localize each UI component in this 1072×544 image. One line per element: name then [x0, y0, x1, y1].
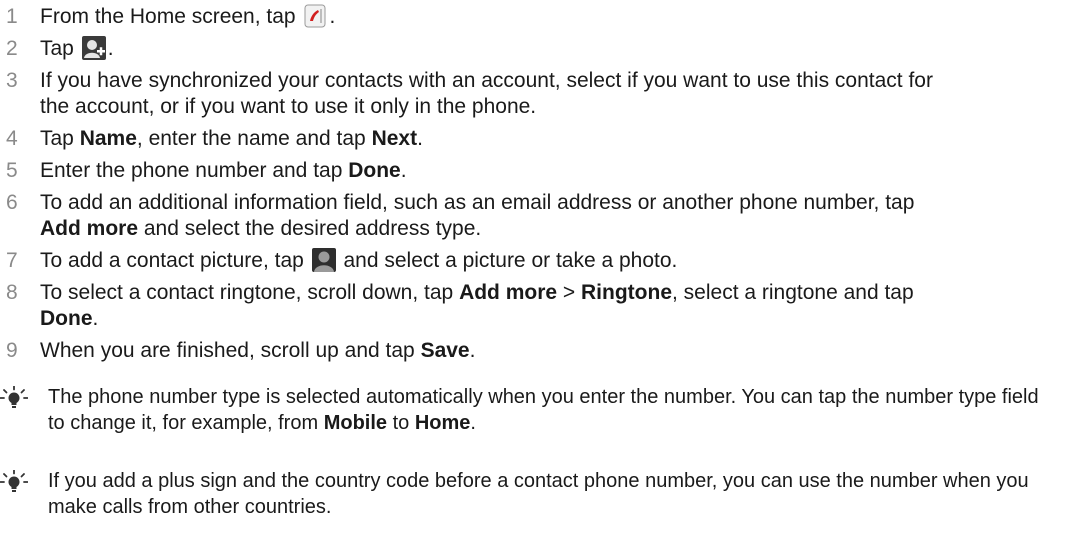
step-6: 6 To add an additional information field… [0, 190, 1072, 242]
step-text: Tap . [40, 36, 114, 60]
step-3: 3 If you have synchronized your contacts… [0, 68, 1072, 120]
step-text: From the Home screen, tap . [40, 4, 336, 28]
tip-text: If you add a plus sign and the country c… [48, 470, 1029, 518]
step-9: 9 When you are finished, scroll up and t… [0, 338, 1072, 364]
step-1: 1 From the Home screen, tap . [0, 4, 1072, 30]
add-contact-icon [81, 36, 106, 60]
step-text: To add a contact picture, tap and select… [40, 248, 678, 272]
tip-2: If you add a plus sign and the country c… [0, 468, 1072, 520]
step-text: Enter the phone number and tap Done. [40, 159, 407, 182]
step-4: 4 Tap Name, enter the name and tap Next. [0, 126, 1072, 152]
step-text: To add an additional information field, … [40, 191, 915, 240]
step-number: 3 [6, 69, 18, 92]
step-text: To select a contact ringtone, scroll dow… [40, 281, 914, 330]
contact-picture-icon [311, 248, 336, 272]
step-number: 4 [6, 127, 18, 150]
phone-app-icon [303, 4, 327, 28]
step-number: 2 [6, 37, 18, 60]
lightbulb-tip-icon [0, 384, 48, 417]
step-number: 9 [6, 339, 18, 362]
step-8: 8 To select a contact ringtone, scroll d… [0, 280, 1072, 332]
step-5: 5 Enter the phone number and tap Done. [0, 158, 1072, 184]
step-number: 1 [6, 5, 18, 28]
step-text: Tap Name, enter the name and tap Next. [40, 127, 423, 150]
instruction-steps: 1 From the Home screen, tap . 2 Tap . 3 … [0, 0, 1072, 370]
lightbulb-tip-icon [0, 468, 48, 501]
step-text: When you are finished, scroll up and tap… [40, 339, 476, 362]
step-7: 7 To add a contact picture, tap and sele… [0, 248, 1072, 274]
step-2: 2 Tap . [0, 36, 1072, 62]
step-number: 7 [6, 249, 18, 272]
tip-text: The phone number type is selected automa… [48, 386, 1039, 434]
step-number: 8 [6, 281, 18, 304]
step-text: If you have synchronized your contacts w… [40, 69, 933, 118]
tip-1: The phone number type is selected automa… [0, 384, 1072, 436]
step-number: 6 [6, 191, 18, 214]
step-number: 5 [6, 159, 18, 182]
